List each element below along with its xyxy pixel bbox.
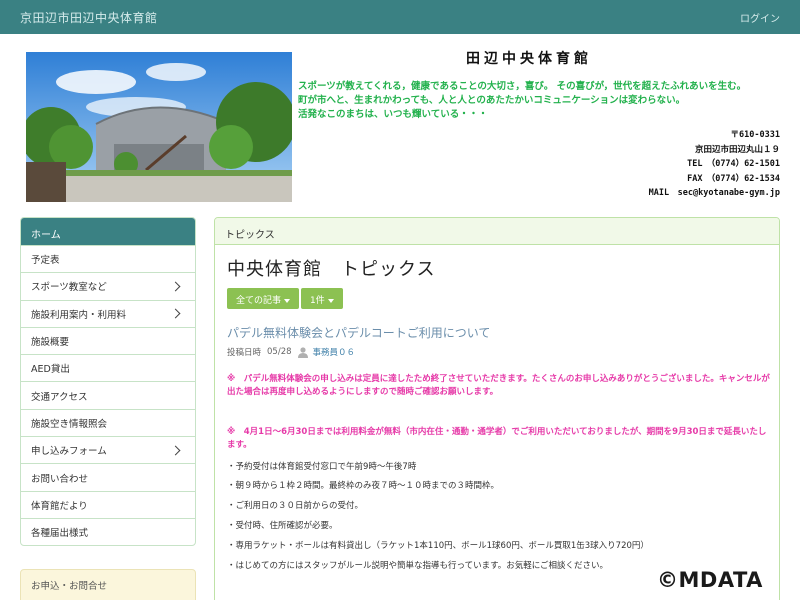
user-icon — [297, 347, 308, 358]
sidebar-item-label: 交通アクセス — [31, 391, 88, 403]
sidebar-item-aed[interactable]: AED貸出 — [21, 354, 195, 381]
postal-code: 〒610-0331 — [730, 130, 780, 140]
info-item: ・受付時、住所確認が必要。 — [227, 521, 338, 531]
info-item: ・朝９時から１枠２時間。最終枠のみ夜７時～１０時までの３時間枠。 — [227, 481, 500, 491]
sidebar-item-label: 体育館だより — [31, 500, 88, 512]
sidebar-item-label: 施設利用案内・利用料 — [31, 309, 127, 321]
notice-text: ※ パデル無料体験会の申し込みは定員に達したため終了させていただきます。たくさん… — [227, 374, 770, 397]
watermark: ©MDATA — [657, 568, 763, 592]
count-label: 1件 — [310, 296, 325, 306]
gym-building-photo — [26, 52, 292, 202]
sidebar-item-label: 申し込みフォーム — [31, 446, 107, 458]
posted-date: 05/28 — [267, 347, 292, 357]
site-title[interactable]: 京田辺市田辺中央体育館 — [20, 9, 158, 26]
sidebar-item-contact[interactable]: お問い合わせ — [21, 463, 195, 490]
author-link[interactable]: 事務員０６ — [313, 346, 356, 358]
sidebar-item-label: 各種届出様式 — [31, 528, 89, 540]
mail[interactable]: MAIL sec@kyotanabe-gym.jp — [649, 186, 780, 201]
info-item: ・ご利用日の３０日前からの受付。 — [227, 501, 364, 511]
gym-name-heading: 田辺中央体育館 — [466, 51, 592, 67]
sidebar-menu: ホーム 予定表 スポーツ教室など 施設利用案内・利用料 施設概要 AED貸出 交… — [20, 217, 196, 547]
article-meta: 投稿日時 05/28 事務員０６ — [227, 346, 355, 358]
intro-line: 町が市へと、生まれかわっても、人と人とのあたたかいコミュニケーションは変わらない… — [298, 95, 686, 106]
sidebar-item-availability[interactable]: 施設空き情報照会 — [21, 408, 195, 436]
sidebar-item-access[interactable]: 交通アクセス — [21, 381, 195, 408]
sidebar-item-newsletter[interactable]: 体育館だより — [21, 490, 195, 518]
tel: TEL （0774）62-1501 — [687, 159, 780, 169]
chevron-right-icon — [170, 281, 181, 292]
sidebar-item-schedule[interactable]: 予定表 — [21, 245, 195, 272]
caret-down-icon — [327, 298, 334, 303]
info-item: ・予約受付は体育館受付窓口で午前9時～午後7時 — [227, 462, 417, 472]
sidebar-item-label: お問い合わせ — [31, 473, 89, 485]
sidebar-item-label: スポーツ教室など — [31, 282, 107, 294]
sidebar-item-application-form[interactable]: 申し込みフォーム — [21, 436, 195, 463]
sidebar-item-forms[interactable]: 各種届出様式 — [21, 517, 195, 545]
count-dropdown[interactable]: 1件 — [301, 288, 343, 309]
intro-line: 活発なこのまちは、いつも輝いている・・・ — [298, 109, 488, 120]
address: 京田辺市田辺丸山１９ — [694, 144, 780, 155]
article-title-link[interactable]: パデル無料体験会とパデルコートご利用について — [227, 324, 490, 341]
sidebar-item-home[interactable]: ホーム — [21, 218, 195, 245]
top-navbar: 京田辺市田辺中央体育館 ログイン — [0, 0, 800, 34]
sidebar-item-facility-usage[interactable]: 施設利用案内・利用料 — [21, 299, 195, 327]
intro-text: スポーツが教えてくれる，健康であることの大切さ，喜び。 その喜びが，世代を超えた… — [298, 80, 788, 122]
inquiry-box-heading: お申込・お問合せ — [31, 581, 108, 592]
caret-down-icon — [284, 298, 291, 303]
sidebar-item-label: 施設概要 — [31, 337, 70, 349]
notice-text: ※ 4月1日～6月30日までは利用料金が無料（市内在住・通勤・通学者）でご利用い… — [227, 427, 767, 450]
inquiry-box: お申込・お問合せ — [20, 569, 196, 600]
info-item: ・専用ラケット・ボールは有料貸出し（ラケット1本110円、ボール1球60円、ボー… — [227, 541, 649, 551]
login-link[interactable]: ログイン — [740, 10, 780, 25]
all-articles-label: 全ての記事 — [236, 296, 282, 306]
panel-heading: トピックス — [215, 218, 779, 245]
sidebar-item-label: 施設空き情報照会 — [31, 418, 108, 430]
contact-info: 〒610-0331 京田辺市田辺丸山１９ TEL （0774）62-1501 FAX … — [649, 128, 780, 201]
page-title: 中央体育館 トピックス — [227, 259, 436, 280]
sidebar-item-sports-classes[interactable]: スポーツ教室など — [21, 272, 195, 299]
intro-line: スポーツが教えてくれる，健康であることの大切さ，喜び。 その喜びが，世代を超えた… — [298, 81, 747, 92]
posted-label: 投稿日時 — [227, 348, 262, 358]
all-articles-dropdown[interactable]: 全ての記事 — [227, 288, 300, 309]
sidebar-item-facility-overview[interactable]: 施設概要 — [21, 326, 195, 354]
chevron-right-icon — [170, 445, 181, 456]
topics-panel: トピックス 中央体育館 トピックス 全ての記事 1件 パデル無料体験会とパデルコ… — [214, 217, 780, 600]
fax: FAX （0774）62-1534 — [687, 173, 780, 184]
sidebar-item-label: AED貸出 — [31, 364, 70, 376]
chevron-right-icon — [170, 308, 181, 319]
sidebar-item-label: 予定表 — [31, 255, 60, 267]
